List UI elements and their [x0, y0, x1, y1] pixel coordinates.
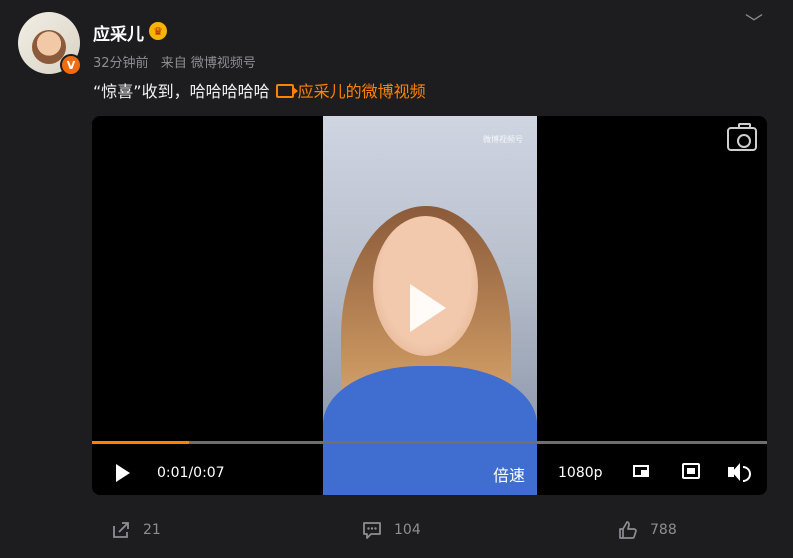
user-avatar[interactable]: V	[18, 12, 82, 76]
post-time[interactable]: 32分钟前	[93, 56, 149, 71]
post-source[interactable]: 来自 微博视频号	[161, 56, 256, 71]
screenshot-camera-icon[interactable]	[727, 123, 757, 151]
progress-fill	[92, 441, 189, 444]
verified-badge-icon: V	[60, 54, 82, 76]
comment-count: 104	[394, 522, 421, 538]
chevron-down-icon[interactable]: ﹀	[745, 9, 763, 35]
video-link[interactable]: 应采儿的微博视频	[298, 82, 426, 101]
post-body: “惊喜”收到，哈哈哈哈哈	[93, 82, 270, 101]
like-count: 788	[650, 522, 677, 538]
crown-icon: ♛	[149, 22, 167, 40]
comment-button[interactable]: 104	[362, 520, 421, 540]
video-link-icon	[275, 84, 298, 98]
quality-button[interactable]: 1080p	[558, 465, 603, 481]
post-text: “惊喜”收到，哈哈哈哈哈 应采儿的微博视频	[93, 78, 426, 102]
share-icon	[111, 520, 131, 540]
video-controls: 0:01/0:07 倍速 1080p	[92, 446, 767, 495]
post-meta: 32分钟前 来自 微博视频号	[93, 52, 256, 71]
comment-icon	[362, 520, 382, 540]
thumbs-up-icon	[618, 520, 638, 540]
post-actions: 21 104 788	[0, 510, 793, 550]
play-icon[interactable]	[116, 464, 130, 482]
time-display: 0:01/0:07	[157, 465, 225, 481]
speed-button[interactable]: 倍速	[493, 462, 525, 486]
share-button[interactable]: 21	[111, 520, 161, 540]
progress-bar[interactable]	[92, 441, 767, 444]
play-overlay-icon[interactable]	[410, 284, 446, 332]
video-watermark: 微博视频号	[483, 135, 523, 144]
fullscreen-icon[interactable]	[682, 463, 702, 481]
video-player[interactable]: 微博视频号 0:01/0:07 倍速 1080p	[92, 116, 767, 495]
share-count: 21	[143, 522, 161, 538]
like-button[interactable]: 788	[618, 520, 677, 540]
username[interactable]: 应采儿	[93, 20, 144, 45]
volume-wave	[743, 466, 751, 482]
picture-in-picture-icon[interactable]	[633, 463, 653, 481]
